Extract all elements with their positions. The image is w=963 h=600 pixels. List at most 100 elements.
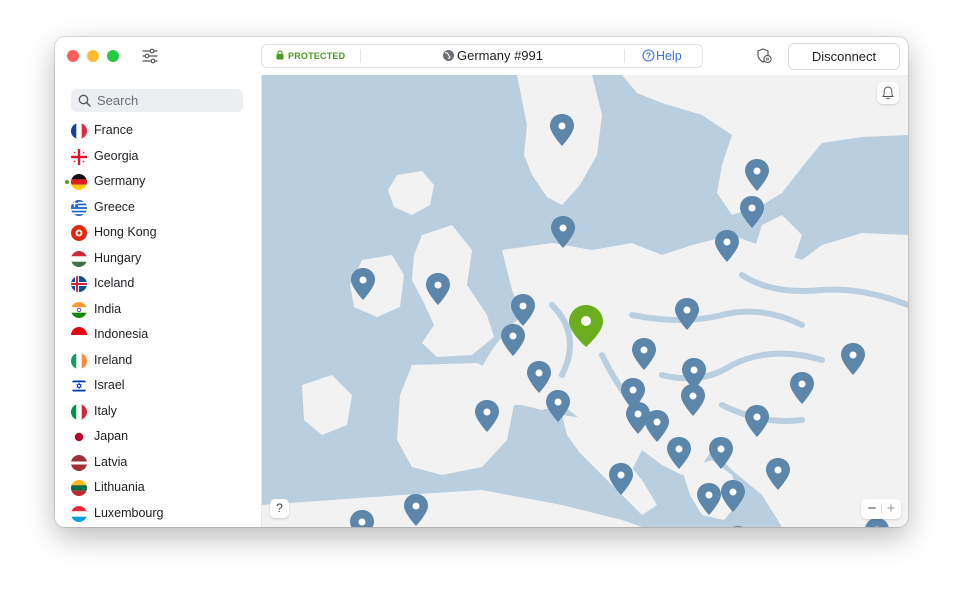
server-map[interactable]: ? − +: [262, 75, 908, 527]
ireland-flag-icon: [71, 352, 87, 369]
help-link[interactable]: ? Help: [642, 45, 682, 67]
country-name: Greece: [94, 199, 135, 214]
country-sidebar: France Georgia Germany Greece Hong Kong: [55, 75, 262, 527]
server-pin-lithuania[interactable]: [674, 297, 700, 331]
country-name: Israel: [94, 378, 125, 392]
country-name: Latvia: [94, 454, 128, 469]
connected-server-pin-germany[interactable]: [568, 304, 604, 348]
country-item-france[interactable]: France: [55, 118, 261, 144]
filter-settings-icon[interactable]: [141, 48, 159, 64]
country-item-india[interactable]: India: [55, 297, 261, 323]
server-pin-latvia[interactable]: [714, 229, 740, 263]
country-name: Japan: [94, 429, 129, 443]
country-item-hungary[interactable]: Hungary: [55, 246, 261, 272]
server-pin-france[interactable]: [474, 399, 500, 433]
country-item-latvia[interactable]: Latvia: [55, 450, 261, 476]
app-window: PROTECTED Germany #991 ? Help Disconnect: [55, 37, 908, 527]
country-item-indonesia[interactable]: Indonesia: [55, 322, 261, 348]
map-help-button[interactable]: ?: [270, 499, 289, 518]
svg-text:?: ?: [646, 51, 651, 61]
country-name: Iceland: [94, 276, 135, 290]
country-item-lithuania[interactable]: Lithuania: [55, 475, 261, 501]
current-server[interactable]: Germany #991: [442, 45, 543, 67]
close-window-button[interactable]: [67, 50, 79, 62]
country-name: Hong Kong: [94, 225, 157, 239]
protected-status: PROTECTED: [276, 45, 345, 67]
server-pin-albania[interactable]: [720, 479, 746, 513]
server-pin-georgia[interactable]: [744, 404, 770, 438]
country-item-iceland[interactable]: Iceland: [55, 271, 261, 297]
country-item-israel[interactable]: Israel: [55, 373, 261, 399]
globe-icon: [443, 50, 454, 61]
japan-flag-icon: [71, 429, 87, 445]
server-pin-spain[interactable]: [403, 493, 429, 527]
hong-kong-flag-icon: [71, 225, 87, 241]
connection-status-bar: PROTECTED Germany #991 ? Help: [261, 44, 703, 68]
germany-flag-icon: [71, 174, 87, 190]
server-pin-turkey[interactable]: [765, 457, 791, 491]
country-item-germany[interactable]: Germany: [55, 169, 261, 195]
country-item-japan[interactable]: Japan: [55, 424, 261, 450]
country-name: Ireland: [94, 352, 133, 367]
connected-indicator: [65, 180, 69, 184]
server-pin-romania[interactable]: [680, 383, 706, 417]
notifications-button[interactable]: [877, 82, 899, 104]
country-item-italy[interactable]: Italy: [55, 399, 261, 425]
italy-flag-icon: [71, 403, 87, 420]
server-pin-italy[interactable]: [608, 462, 634, 496]
greece-flag-icon: [71, 199, 87, 216]
server-pin-belgium[interactable]: [500, 323, 526, 357]
zoom-out-button[interactable]: −: [863, 499, 881, 519]
search-box[interactable]: [71, 89, 243, 112]
france-flag-icon: [71, 123, 87, 139]
bell-icon: [882, 86, 894, 100]
server-pin-estonia[interactable]: [739, 195, 765, 229]
server-label: Germany #991: [457, 48, 543, 63]
help-label: Help: [656, 49, 682, 63]
search-icon: [78, 94, 91, 107]
iceland-flag-icon: [71, 276, 87, 292]
server-pin-denmark[interactable]: [550, 215, 576, 249]
country-item-hong-kong[interactable]: Hong Kong: [55, 220, 261, 246]
country-item-ireland[interactable]: Ireland: [55, 348, 261, 374]
hungary-flag-icon: [71, 250, 87, 267]
server-pin-russia[interactable]: [840, 342, 866, 376]
zoom-window-button[interactable]: [107, 50, 119, 62]
latvia-flag-icon: [71, 454, 87, 471]
country-name: India: [94, 301, 122, 316]
country-name: Luxembourg: [94, 505, 164, 520]
country-name: Georgia: [94, 148, 139, 163]
server-pin-bulgaria[interactable]: [708, 436, 734, 470]
georgia-flag-icon: [71, 148, 87, 165]
server-pin-portugal[interactable]: [349, 509, 375, 527]
threat-protection-icon[interactable]: [755, 47, 773, 65]
server-pin-finland[interactable]: [744, 158, 770, 192]
country-name: Italy: [94, 403, 117, 418]
server-pin-north-macedonia[interactable]: [696, 482, 722, 516]
map-landmass: [262, 75, 908, 527]
disconnect-button[interactable]: Disconnect: [788, 43, 900, 70]
server-pin-switzerland[interactable]: [545, 389, 571, 423]
israel-flag-icon: [71, 378, 87, 394]
country-name: Indonesia: [94, 327, 149, 341]
search-input[interactable]: [97, 89, 237, 112]
country-name: Germany: [94, 174, 146, 188]
titlebar: PROTECTED Germany #991 ? Help Disconnect: [55, 37, 908, 76]
server-pin-poland[interactable]: [631, 337, 657, 371]
luxembourg-flag-icon: [71, 505, 87, 522]
server-pin-norway[interactable]: [549, 113, 575, 147]
server-pin-serbia[interactable]: [666, 436, 692, 470]
zoom-in-button[interactable]: +: [882, 499, 900, 519]
minimize-window-button[interactable]: [87, 50, 99, 62]
server-pin-uk[interactable]: [425, 272, 451, 306]
lock-icon: [276, 50, 284, 60]
server-pin-greece[interactable]: [725, 525, 751, 527]
server-pin-ireland[interactable]: [350, 267, 376, 301]
server-pin-moldova[interactable]: [789, 371, 815, 405]
country-item-greece[interactable]: Greece: [55, 195, 261, 221]
country-list: France Georgia Germany Greece Hong Kong: [55, 118, 261, 526]
divider: [624, 49, 625, 63]
country-item-georgia[interactable]: Georgia: [55, 144, 261, 170]
country-item-luxembourg[interactable]: Luxembourg: [55, 501, 261, 527]
server-pin-netherlands[interactable]: [510, 293, 536, 327]
